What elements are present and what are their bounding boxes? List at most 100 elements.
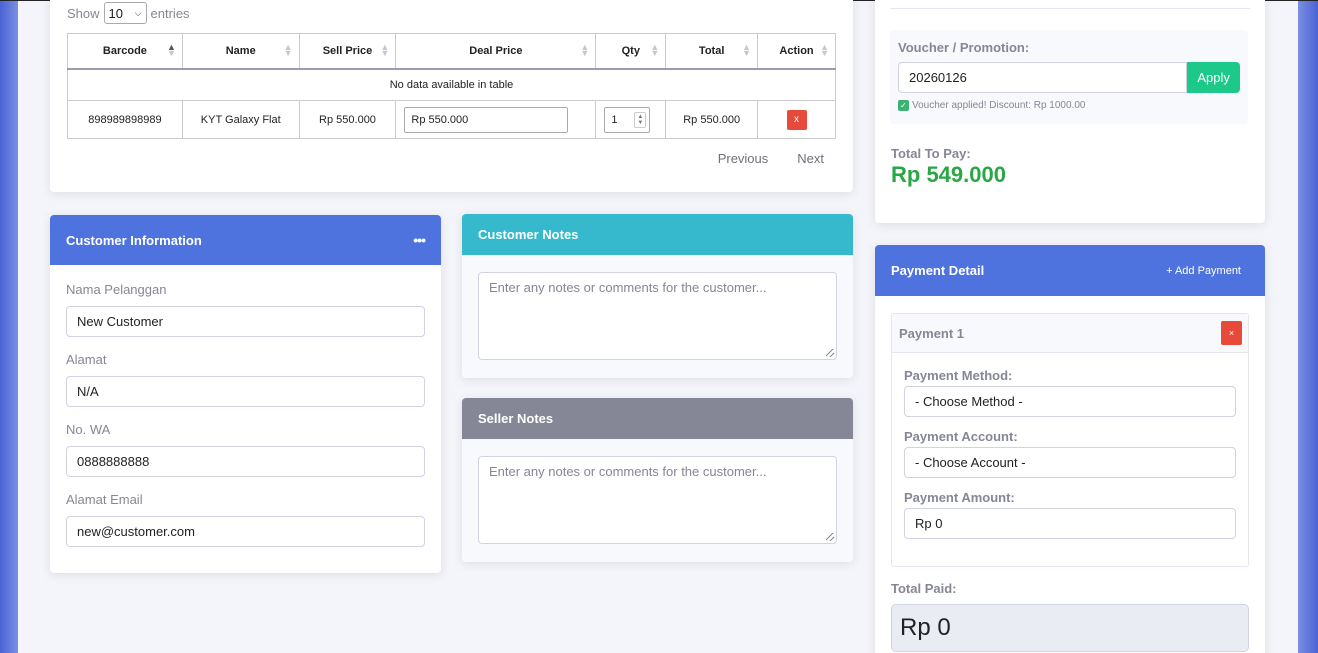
total-to-pay-value: Rp 549.000 [891, 162, 1006, 187]
customer-name-label: Nama Pelanggan [66, 282, 167, 297]
email-group: Alamat Email new@customer.com [66, 492, 425, 547]
address-value: N/A [77, 384, 99, 399]
voucher-input[interactable]: 20260126 [898, 62, 1188, 93]
payment-account-select[interactable]: - Choose Account - [904, 447, 1236, 478]
customer-name-group: Nama Pelanggan New Customer [66, 282, 425, 337]
customer-information-header: Customer Information ••• [50, 215, 441, 265]
column-label: Sell Price [322, 44, 373, 57]
customer-notes-title: Customer Notes [478, 227, 579, 242]
voucher-label: Voucher / Promotion: [898, 40, 1030, 55]
address-input[interactable]: N/A [66, 376, 425, 407]
seller-notes-card: Seller Notes Enter any notes or comments… [462, 398, 853, 562]
payment-detail-card: Payment Detail + Add Payment Payment 1 ×… [875, 245, 1265, 653]
deal-price-input[interactable]: Rp 550.000 [404, 106, 569, 133]
cell-deal-price: Rp 550.000 [395, 100, 597, 139]
cell-sell-price: Rp 550.000 [298, 100, 397, 139]
column-label: Total [698, 44, 725, 57]
column-header-deal-price[interactable]: Deal Price ▲ ▼ [395, 33, 597, 70]
cell-qty: 1 ▲ ▼ [595, 100, 667, 139]
seller-notes-body: Enter any notes or comments for the cust… [462, 439, 853, 562]
column-label: Deal Price [469, 44, 523, 57]
page-size-value: 10 [108, 5, 123, 21]
customer-information-title: Customer Information [66, 232, 202, 248]
order-summary-card: Voucher / Promotion: 20260126 Apply ✓ Vo… [875, 0, 1265, 223]
payment-item-body: Payment Method: - Choose Method - Paymen… [892, 353, 1248, 539]
voucher-status: ✓ Voucher applied! Discount: Rp 1000.00 [898, 100, 1240, 111]
voucher-message: Voucher applied! Discount: Rp 1000.00 [912, 100, 1086, 111]
column-label: Action [779, 44, 814, 57]
payment-item-header: Payment 1 × [892, 314, 1248, 353]
voucher-code-value: 20260126 [909, 70, 967, 85]
next-button[interactable]: Next [797, 151, 824, 166]
customer-name-value: New Customer [77, 314, 163, 329]
previous-button[interactable]: Previous [718, 151, 769, 166]
deal-price-value: Rp 550.000 [411, 113, 469, 126]
qty-stepper[interactable]: 1 ▲ ▼ [604, 106, 651, 133]
page-size-select[interactable]: 10 ⌵ [103, 2, 147, 24]
add-payment-button[interactable]: + Add Payment [1166, 265, 1241, 277]
ellipsis-icon[interactable]: ••• [413, 232, 426, 248]
column-header-action[interactable]: Action ▲ ▼ [757, 33, 836, 70]
column-label: Name [225, 44, 256, 57]
payment-method-select[interactable]: - Choose Method - [904, 386, 1236, 417]
remove-payment-button[interactable]: × [1221, 321, 1242, 345]
table-row: 898989898989 KYT Galaxy Flat Rp 550.000 … [67, 100, 836, 139]
total-paid-value: Rp 0 [900, 614, 951, 641]
customer-name-input[interactable]: New Customer [66, 306, 425, 337]
resize-handle-icon[interactable] [826, 533, 834, 541]
email-label: Alamat Email [66, 492, 143, 507]
email-input[interactable]: new@customer.com [66, 516, 425, 547]
payment-amount-value: Rp 0 [915, 516, 943, 531]
payment-amount-group: Payment Amount: Rp 0 [904, 490, 1236, 539]
cart-table: Barcode ▲ ▼ Name ▲ ▼ Sell Price ▲ ▼ Deal Pr… [67, 33, 836, 139]
column-header-qty[interactable]: Qty ▲ ▼ [595, 33, 667, 70]
payment-account-label: Payment Account: [904, 429, 1018, 444]
payment-amount-label: Payment Amount: [904, 490, 1015, 505]
cell-barcode: 898989898989 [67, 100, 183, 139]
chevron-down-icon: ⌵ [134, 7, 142, 18]
customer-notes-textarea[interactable]: Enter any notes or comments for the cust… [478, 272, 837, 360]
customer-information-card: Customer Information ••• Nama Pelanggan … [50, 215, 441, 573]
voucher-input-group: 20260126 Apply [898, 62, 1240, 93]
cell-name: KYT Galaxy Flat [181, 100, 300, 139]
column-header-sell-price[interactable]: Sell Price ▲ ▼ [298, 33, 397, 70]
payment-account-group: Payment Account: - Choose Account - [904, 429, 1236, 478]
resize-handle-icon[interactable] [826, 349, 834, 357]
seller-notes-textarea[interactable]: Enter any notes or comments for the cust… [478, 456, 837, 544]
whatsapp-group: No. WA 0888888888 [66, 422, 425, 477]
sort-icon: ▲ ▼ [742, 42, 752, 58]
pagination: Previous Next [718, 151, 824, 166]
seller-notes-header: Seller Notes [462, 398, 853, 439]
payment-method-value: - Choose Method - [915, 394, 1023, 409]
remove-item-button[interactable]: x [786, 109, 807, 130]
sort-icon: ▲ ▼ [380, 42, 390, 58]
address-group: Alamat N/A [66, 352, 425, 407]
seller-notes-placeholder: Enter any notes or comments for the cust… [489, 464, 767, 479]
column-header-barcode[interactable]: Barcode ▲ ▼ [67, 33, 183, 70]
customer-notes-body: Enter any notes or comments for the cust… [462, 255, 853, 378]
voucher-section: Voucher / Promotion: 20260126 Apply ✓ Vo… [890, 30, 1248, 124]
payment-item-title: Payment 1 [899, 325, 965, 341]
payment-amount-input[interactable]: Rp 0 [904, 508, 1236, 539]
whatsapp-input[interactable]: 0888888888 [66, 446, 425, 477]
apply-voucher-button[interactable]: Apply [1187, 62, 1240, 93]
sort-icon: ▲ ▼ [820, 42, 829, 58]
show-label: Show [67, 5, 100, 21]
payment-detail-header: Payment Detail + Add Payment [875, 245, 1265, 296]
empty-table-message: No data available in table [67, 68, 836, 101]
column-header-total[interactable]: Total ▲ ▼ [665, 33, 759, 70]
column-header-name[interactable]: Name ▲ ▼ [181, 33, 300, 70]
payment-method-label: Payment Method: [904, 368, 1013, 383]
total-paid-display: Rp 0 [891, 604, 1249, 652]
payment-detail-title: Payment Detail [891, 263, 985, 278]
sort-icon: ▲ ▼ [580, 42, 590, 58]
qty-value: 1 [611, 113, 618, 126]
spinner-arrows-icon[interactable]: ▲ ▼ [634, 111, 647, 128]
column-label: Qty [621, 44, 640, 57]
entries-label: entries [150, 5, 190, 21]
payment-method-group: Payment Method: - Choose Method - [904, 368, 1236, 417]
show-entries-control: Show 10 ⌵ entries [67, 2, 190, 24]
subtotal-divider [890, 8, 1250, 9]
total-paid-label: Total Paid: [891, 581, 957, 596]
seller-notes-title: Seller Notes [478, 411, 554, 426]
